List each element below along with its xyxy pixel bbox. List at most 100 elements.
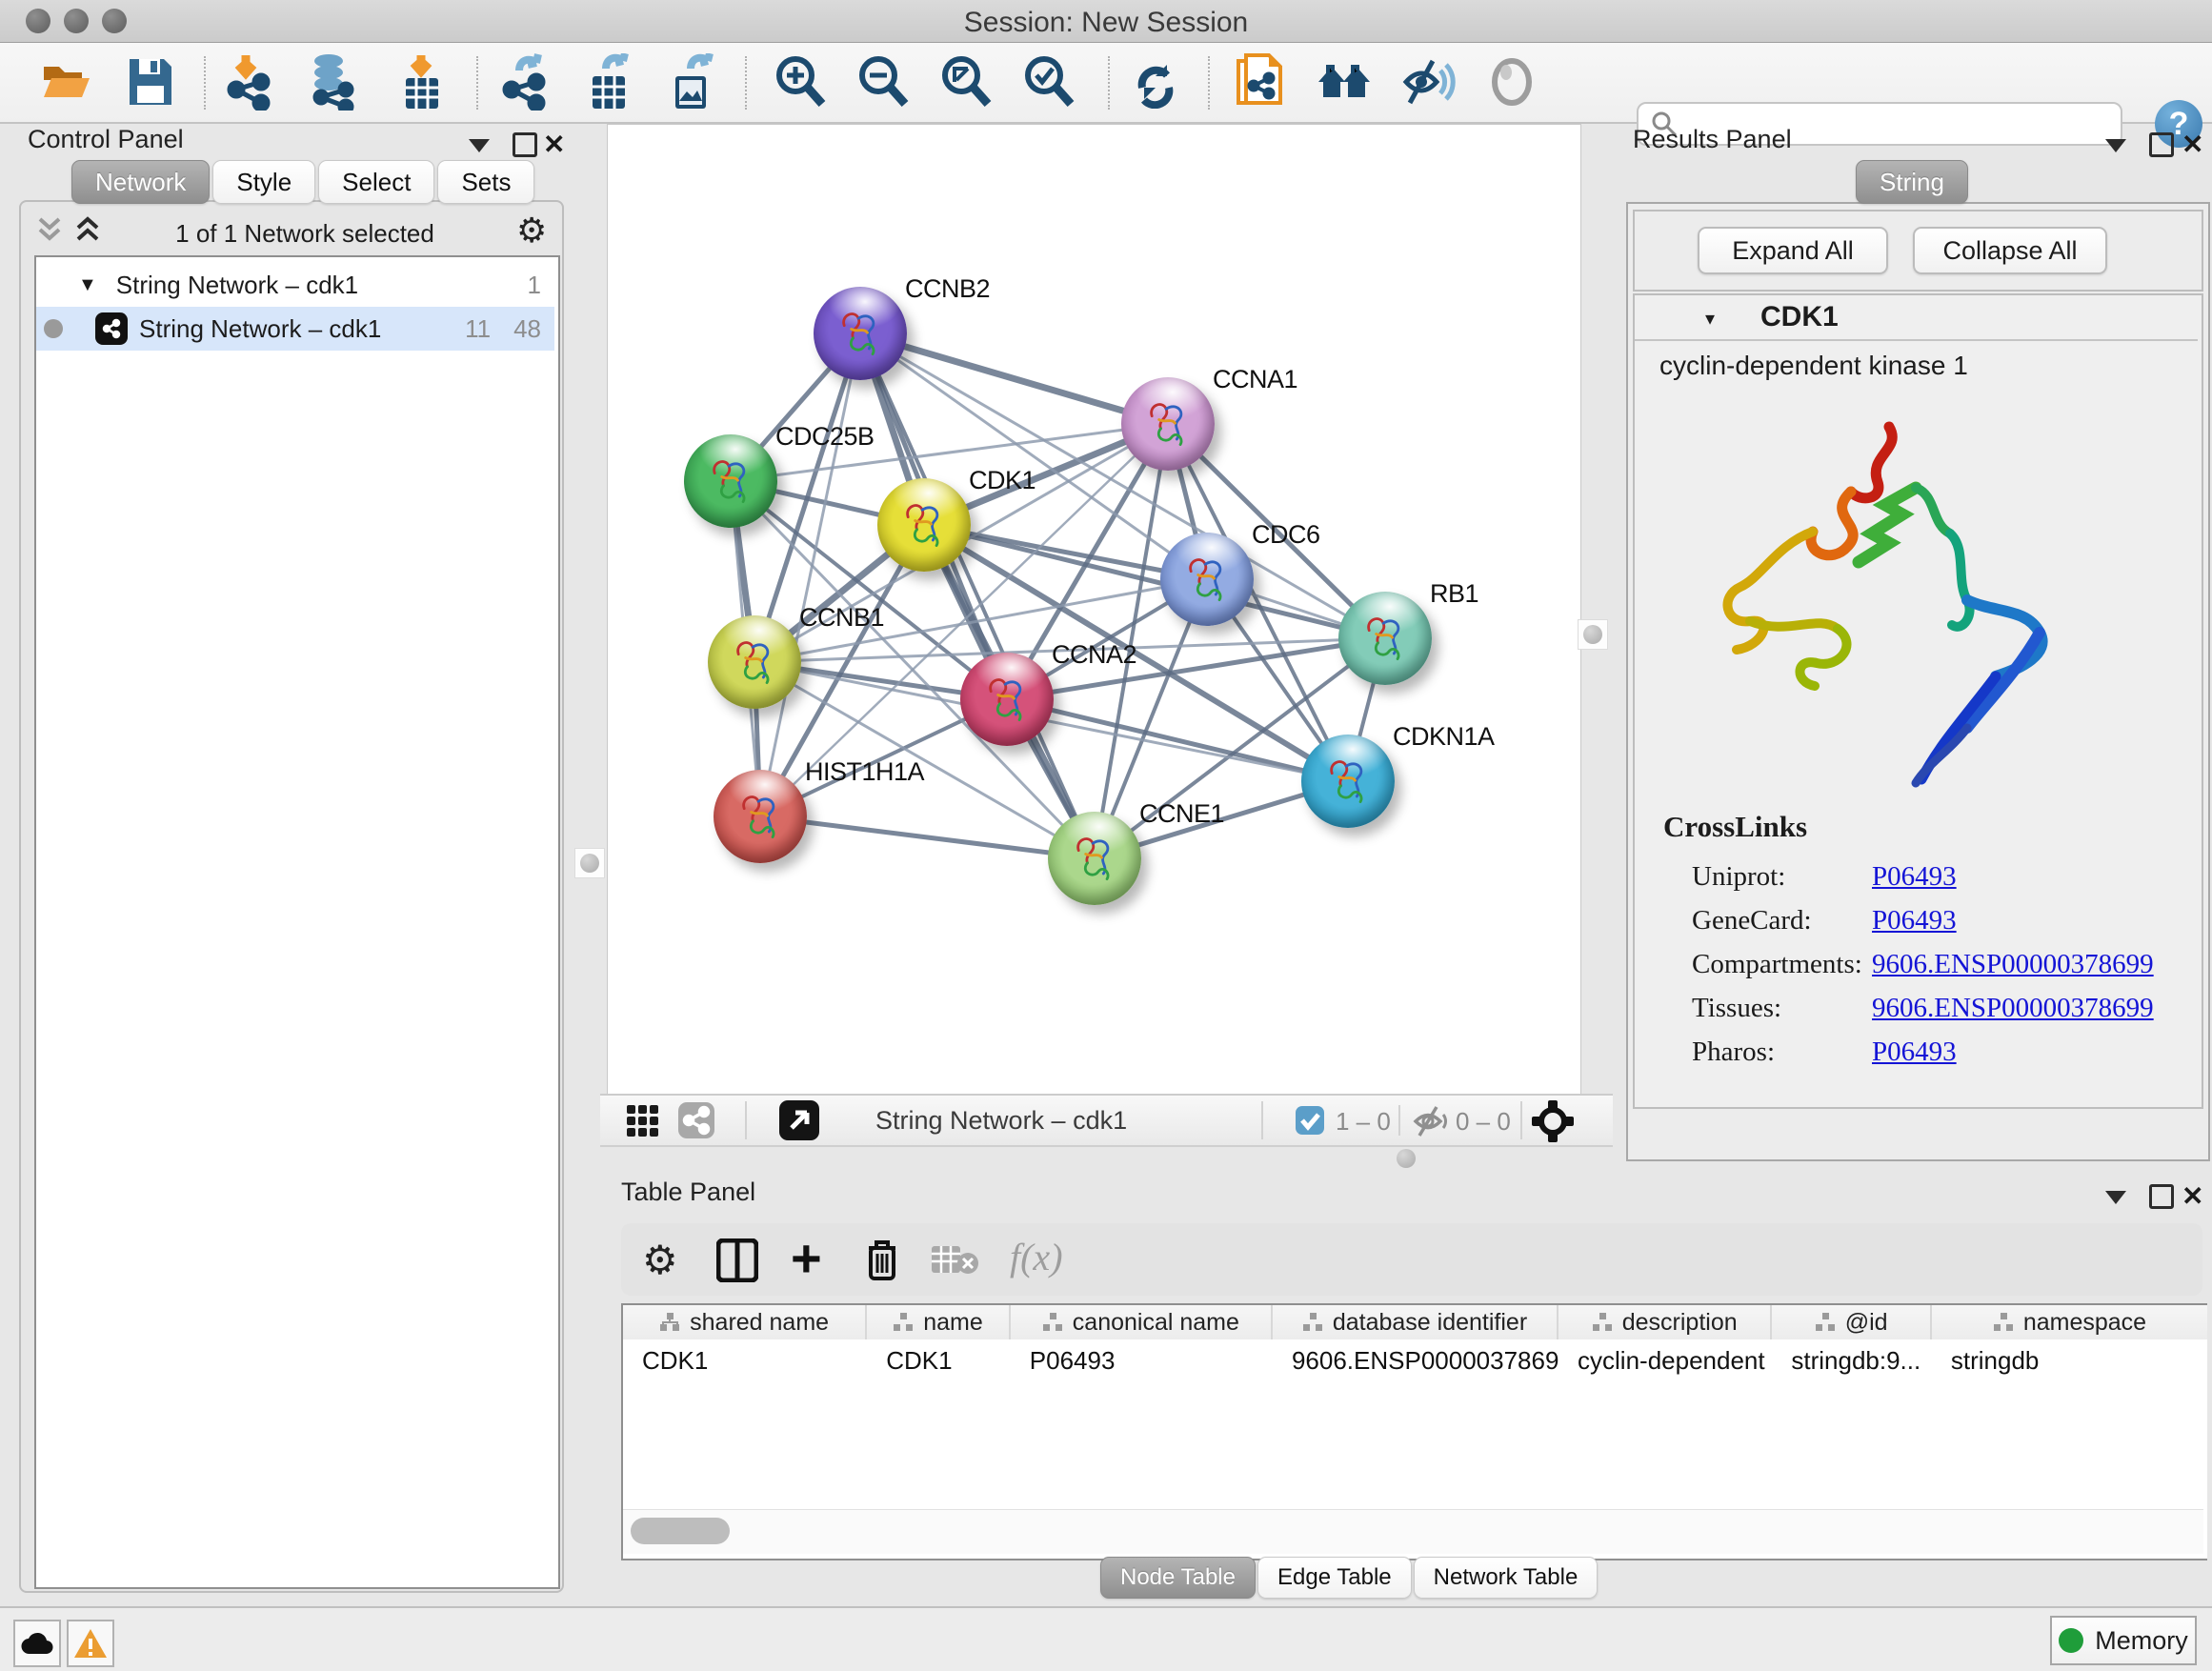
create-column-button[interactable]: + <box>791 1235 822 1282</box>
tab-network-table[interactable]: Network Table <box>1414 1557 1599 1599</box>
crosslink-tissues[interactable]: 9606.ENSP00000378699 <box>1872 993 2154 1024</box>
hidden-elements-icon[interactable] <box>1412 1105 1450 1142</box>
zoom-out-button[interactable] <box>855 51 912 112</box>
save-session-button[interactable] <box>122 51 179 112</box>
selected-nodes-checkbox[interactable] <box>1296 1106 1324 1139</box>
open-in-new-window-button[interactable] <box>779 1100 819 1145</box>
right-splitter-handle[interactable] <box>1578 619 1608 650</box>
crosslink-compartments[interactable]: 9606.ENSP00000378699 <box>1872 949 2154 980</box>
node-CCNB1[interactable] <box>708 615 801 709</box>
node-CDKN1A[interactable] <box>1301 735 1395 828</box>
network-options-gear-icon[interactable]: ⚙ <box>516 213 547 248</box>
selected-counts: 1 – 0 <box>1336 1107 1391 1137</box>
cell-shared-name[interactable]: CDK1 <box>623 1339 867 1381</box>
memory-button[interactable]: Memory <box>2050 1616 2197 1665</box>
column-header-database-identifier[interactable]: database identifier <box>1273 1305 1558 1339</box>
table-horizontal-scrollbar[interactable] <box>623 1509 2203 1554</box>
zoom-in-button[interactable] <box>772 51 829 112</box>
control-panel-menu-icon[interactable] <box>469 139 490 152</box>
network-collection-row[interactable]: ▼ String Network – cdk1 1 <box>36 263 554 307</box>
column-header-description[interactable]: description <box>1558 1305 1772 1339</box>
cell-description[interactable]: cyclin-dependent ... <box>1558 1339 1772 1381</box>
tab-select[interactable]: Select <box>318 160 434 204</box>
import-network-from-file-button[interactable] <box>221 51 278 112</box>
cell-database-identifier[interactable]: 9606.ENSP00000378699 <box>1273 1339 1558 1381</box>
table-panel-menu-icon[interactable] <box>2105 1191 2126 1204</box>
gene-header-row[interactable]: ▾ CDK1 <box>1635 295 2198 341</box>
column-header-canonical-name[interactable]: canonical name <box>1011 1305 1273 1339</box>
scrollbar-thumb[interactable] <box>631 1518 730 1544</box>
zoom-fit-button[interactable] <box>937 51 995 112</box>
delete-column-button[interactable] <box>863 1237 901 1287</box>
delete-table-button[interactable] <box>932 1244 981 1281</box>
import-table-from-file-button[interactable] <box>392 51 450 112</box>
tab-network[interactable]: Network <box>71 160 210 204</box>
open-session-button[interactable] <box>38 51 95 112</box>
string-home-button[interactable] <box>1317 51 1374 112</box>
expand-all-button[interactable]: Expand All <box>1698 227 1888 274</box>
expand-all-networks-button[interactable] <box>72 215 103 249</box>
control-panel-close-icon[interactable]: ✕ <box>543 131 565 158</box>
left-splitter-handle[interactable] <box>574 848 605 878</box>
tab-style[interactable]: Style <box>212 160 315 204</box>
tab-sets[interactable]: Sets <box>437 160 534 204</box>
network-canvas[interactable]: CCNB2CCNA1CDC25BCDK1CDC6RB1CCNB1CCNA2CDK… <box>607 124 1581 1096</box>
zoom-selected-button[interactable] <box>1020 51 1077 112</box>
tab-node-table[interactable]: Node Table <box>1100 1557 1256 1599</box>
birdseye-view-button[interactable] <box>627 1105 659 1142</box>
node-CDC6[interactable] <box>1160 533 1254 626</box>
node-CCNA2[interactable] <box>960 653 1054 746</box>
node-CCNA1[interactable] <box>1121 377 1215 471</box>
bottom-splitter-handle[interactable] <box>1397 1149 1416 1168</box>
node-CDK1[interactable] <box>877 478 971 572</box>
gene-collapse-icon[interactable]: ▾ <box>1705 307 1715 331</box>
collapse-all-networks-button[interactable] <box>34 215 65 249</box>
refresh-button[interactable] <box>1127 51 1184 112</box>
tree-expand-icon[interactable]: ▼ <box>78 274 97 296</box>
cell-id[interactable]: stringdb:9... <box>1772 1339 1932 1381</box>
results-panel-float-icon[interactable] <box>2149 132 2174 157</box>
export-image-button[interactable] <box>664 51 721 112</box>
crosslink-genecard[interactable]: P06493 <box>1872 905 1957 936</box>
string-panel-toggle-button[interactable] <box>678 1102 714 1143</box>
column-header-name[interactable]: name <box>867 1305 1011 1339</box>
node-RB1[interactable] <box>1338 592 1432 685</box>
show-column-selector-button[interactable] <box>716 1238 758 1287</box>
control-panel-float-icon[interactable] <box>513 132 537 157</box>
column-header-id[interactable]: @id <box>1772 1305 1932 1339</box>
node-CCNB2[interactable] <box>814 287 907 380</box>
fit-selected-target-button[interactable] <box>1532 1100 1574 1147</box>
network-row-selected[interactable]: String Network – cdk1 11 48 <box>36 307 554 351</box>
column-header-shared-name[interactable]: shared name <box>623 1305 867 1339</box>
table-options-gear-icon[interactable]: ⚙ <box>642 1240 678 1280</box>
cloud-status-button[interactable] <box>13 1620 61 1667</box>
highlight-button[interactable] <box>1483 51 1540 112</box>
results-panel-close-icon[interactable]: ✕ <box>2182 131 2203 158</box>
table-panel-float-icon[interactable] <box>2149 1184 2174 1209</box>
node-CCNE1[interactable] <box>1048 812 1141 905</box>
crosslink-uniprot[interactable]: P06493 <box>1872 861 1957 893</box>
column-header-namespace[interactable]: namespace <box>1932 1305 2207 1339</box>
protein-thumbnail <box>1180 548 1234 614</box>
node-CDC25B[interactable] <box>684 434 777 528</box>
crosslink-pharos[interactable]: P06493 <box>1872 1037 1957 1068</box>
tab-edge-table[interactable]: Edge Table <box>1257 1557 1412 1599</box>
warnings-button[interactable] <box>67 1620 114 1667</box>
node-label-CCNB1: CCNB1 <box>799 603 884 633</box>
table-panel-close-icon[interactable]: ✕ <box>2182 1183 2203 1210</box>
collapse-all-button[interactable]: Collapse All <box>1913 227 2107 274</box>
table-row[interactable]: CDK1 CDK1 P06493 9606.ENSP00000378699 cy… <box>623 1339 2207 1381</box>
string-document-button[interactable] <box>1231 51 1288 112</box>
cell-namespace[interactable]: stringdb <box>1932 1339 2207 1381</box>
import-network-from-database-button[interactable] <box>303 51 360 112</box>
function-builder-button[interactable]: f(x) <box>1010 1235 1063 1279</box>
tab-string[interactable]: String <box>1856 160 1968 204</box>
crosslink-label: Tissues: <box>1692 993 1781 1024</box>
cell-name[interactable]: CDK1 <box>867 1339 1011 1381</box>
hide-glass-effect-button[interactable] <box>1399 51 1457 112</box>
cell-canonical-name[interactable]: P06493 <box>1011 1339 1273 1381</box>
export-network-button[interactable] <box>496 51 553 112</box>
export-table-button[interactable] <box>581 51 638 112</box>
node-HIST1H1A[interactable] <box>714 770 807 863</box>
results-panel-menu-icon[interactable] <box>2105 139 2126 152</box>
